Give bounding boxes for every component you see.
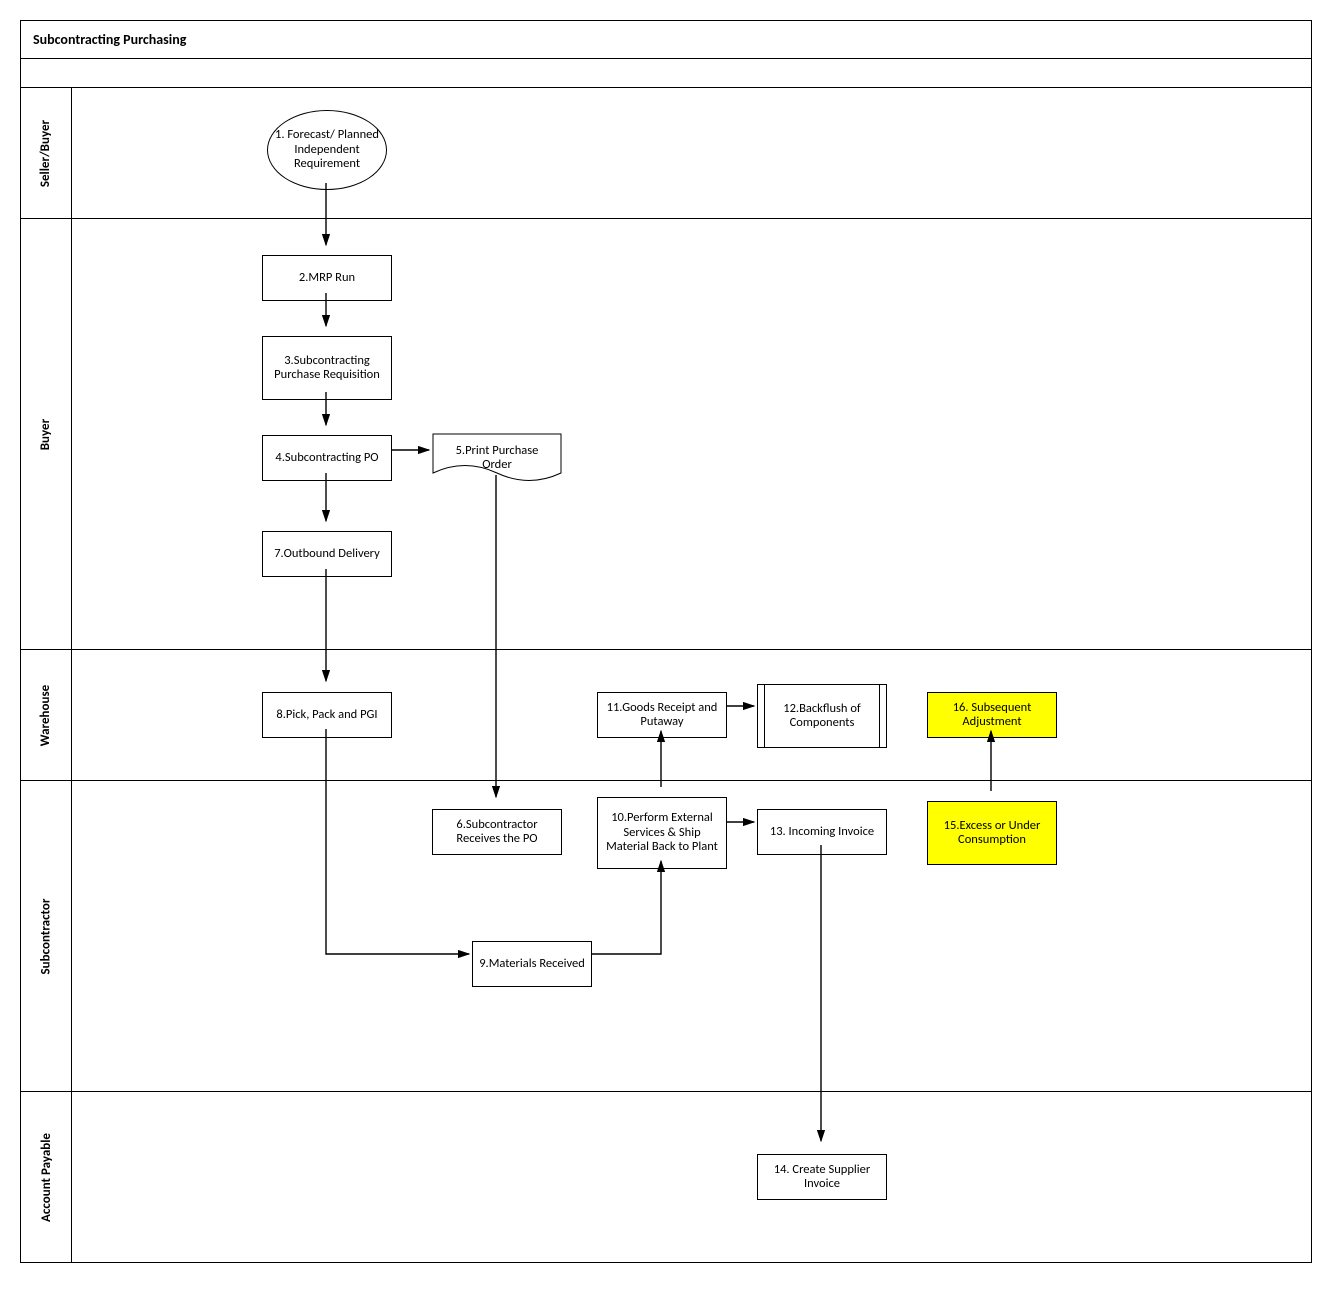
node-excess-under: 15.Excess or Under Consumption (927, 801, 1057, 865)
node-mrp-run: 2.MRP Run (262, 255, 392, 301)
node-incoming-invoice: 13. Incoming Invoice (757, 809, 887, 855)
lane-label-seller-buyer: Seller/Buyer (21, 88, 72, 218)
node-forecast: 1. Forecast/ Planned Independent Require… (267, 110, 387, 190)
node-print-po-text: 5.Print Purchase Order (436, 444, 558, 473)
lane-account-payable: Account Payable 14. Create Supplier Invo… (21, 1092, 1311, 1262)
lane-label-text: Subcontractor (39, 898, 54, 974)
node-subsequent-adjustment: 16. Subsequent Adjustment (927, 692, 1057, 738)
header-spacer (21, 59, 1311, 88)
node-perform-services: 10.Perform External Services & Ship Mate… (597, 797, 727, 869)
node-goods-receipt: 11.Goods Receipt and Putaway (597, 692, 727, 738)
lane-subcontractor: Subcontractor 6.Subcontractor Receives t… (21, 781, 1311, 1092)
lane-warehouse: Warehouse 8.Pick, Pack and PGI 11.Goods … (21, 650, 1311, 781)
lane-buyer: Buyer 2.MRP Run 3.Subcontracting Purchas… (21, 219, 1311, 650)
node-outbound-delivery: 7.Outbound Delivery (262, 531, 392, 577)
node-backflush: 12.Backflush of Components (757, 684, 887, 748)
lane-label-text: Account Payable (39, 1133, 54, 1222)
lane-label-account-payable: Account Payable (21, 1092, 72, 1262)
node-materials-received: 9.Materials Received (472, 941, 592, 987)
lane-seller-buyer: Seller/Buyer 1. Forecast/ Planned Indepe… (21, 88, 1311, 219)
node-receives-po: 6.Subcontractor Receives the PO (432, 809, 562, 855)
lane-label-text: Buyer (38, 418, 53, 449)
node-create-supplier-invoice: 14. Create Supplier Invoice (757, 1154, 887, 1200)
node-print-po: 5.Print Purchase Order (432, 433, 562, 483)
lane-label-warehouse: Warehouse (21, 650, 72, 780)
node-pick-pack-pgi: 8.Pick, Pack and PGI (262, 692, 392, 738)
lane-label-subcontractor: Subcontractor (21, 781, 72, 1091)
node-subcontracting-po: 4.Subcontracting PO (262, 435, 392, 481)
swimlane-diagram: Subcontracting Purchasing Seller/Buyer 1… (20, 20, 1312, 1263)
diagram-title: Subcontracting Purchasing (21, 21, 1311, 59)
lane-label-text: Warehouse (39, 684, 54, 745)
lane-label-buyer: Buyer (21, 219, 72, 649)
lane-label-text: Seller/Buyer (39, 119, 54, 186)
lanes-container: Seller/Buyer 1. Forecast/ Planned Indepe… (21, 88, 1311, 1262)
node-purchase-requisition: 3.Subcontracting Purchase Requisition (262, 336, 392, 400)
